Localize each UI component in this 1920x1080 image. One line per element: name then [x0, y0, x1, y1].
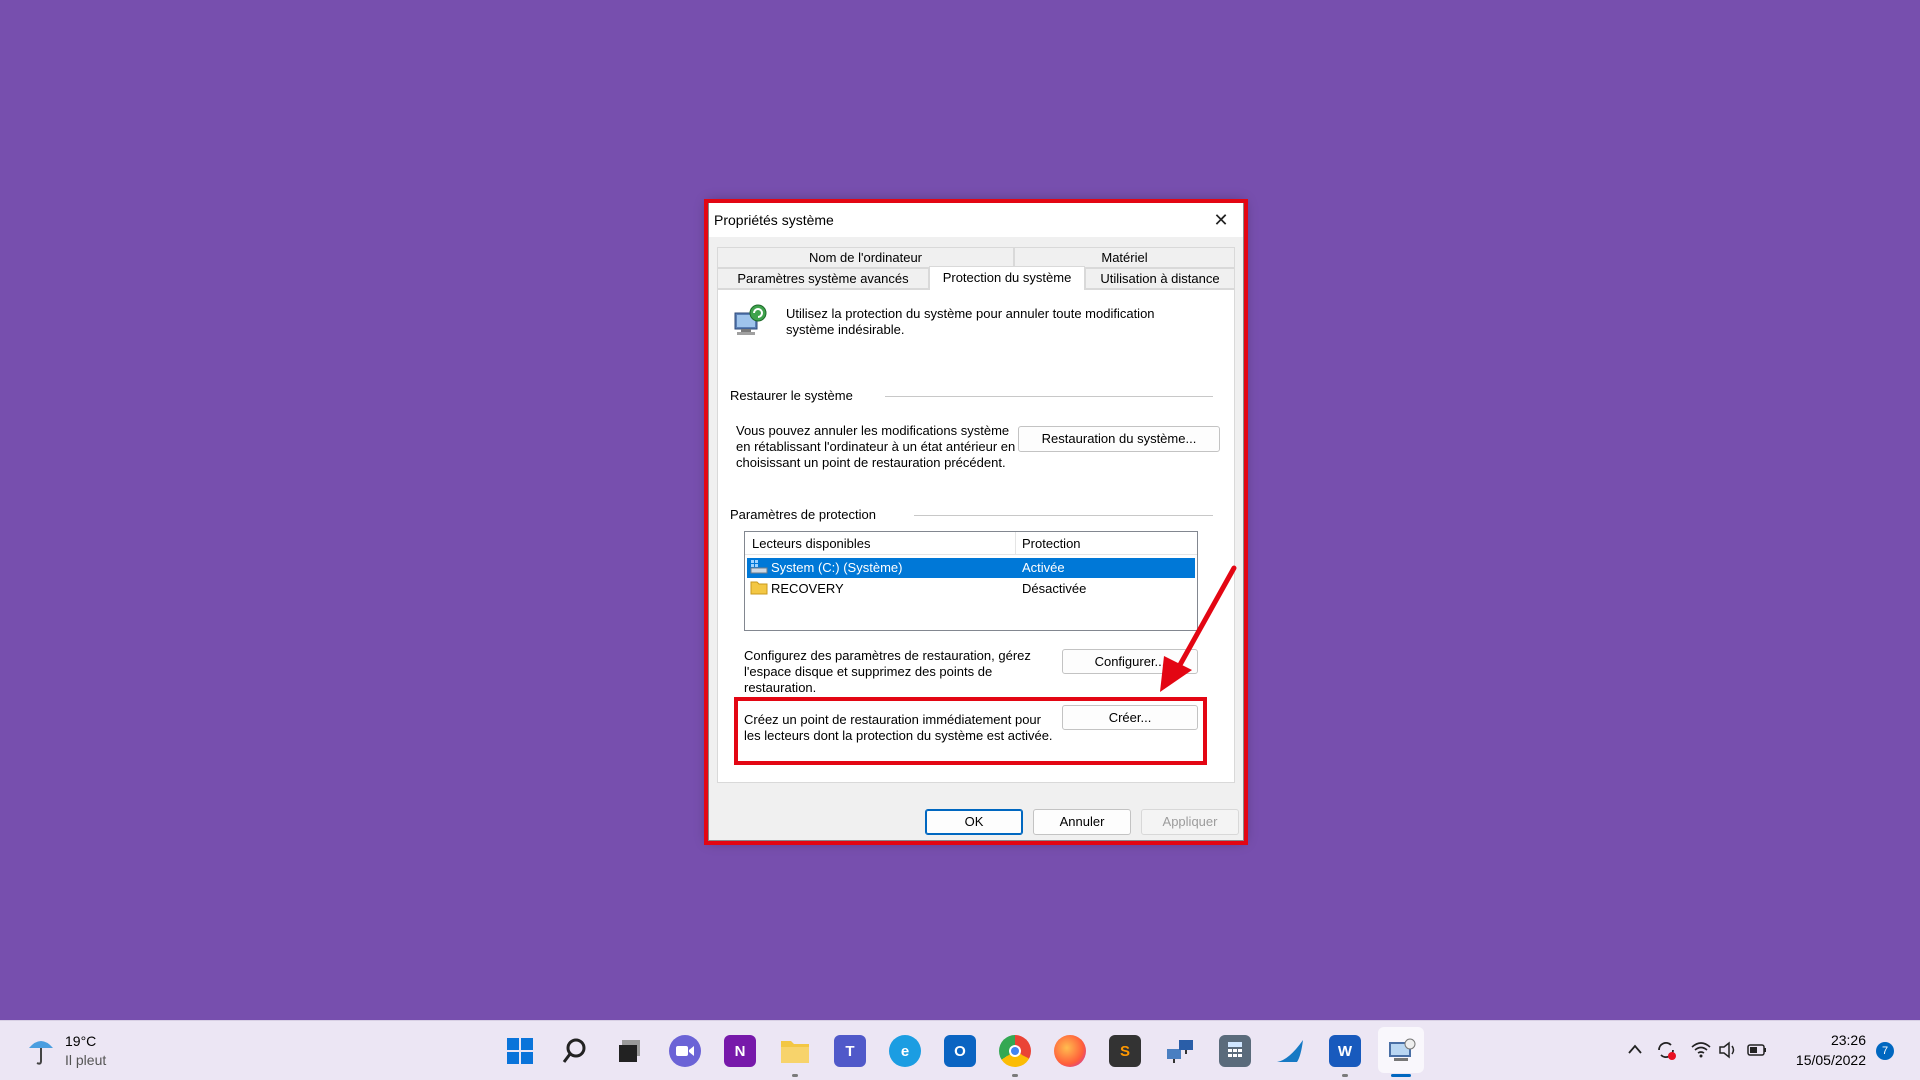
column-separator: [1015, 532, 1016, 554]
system-restore-button[interactable]: Restauration du système...: [1018, 426, 1220, 452]
running-indicator: [792, 1074, 798, 1077]
active-indicator: [1391, 1074, 1411, 1077]
chrome-icon[interactable]: [999, 1035, 1031, 1067]
cancel-button[interactable]: Annuler: [1033, 809, 1131, 835]
drives-list[interactable]: Lecteurs disponibles Protection System (…: [744, 531, 1198, 631]
chevron-up-icon[interactable]: [1626, 1041, 1644, 1064]
notification-badge[interactable]: 7: [1876, 1042, 1894, 1060]
system-protection-icon: [731, 303, 769, 339]
apply-button[interactable]: Appliquer: [1141, 809, 1239, 835]
tab-hardware[interactable]: Matériel: [1014, 247, 1235, 268]
firefox-icon[interactable]: [1054, 1035, 1086, 1067]
folder-icon: [750, 580, 768, 598]
protection-group-label: Paramètres de protection: [730, 507, 882, 522]
tab-system-protection[interactable]: Protection du système: [929, 266, 1085, 290]
window-title: Propriétés système: [714, 212, 834, 228]
create-highlight-frame: [734, 697, 1207, 765]
ok-button[interactable]: OK: [925, 809, 1023, 835]
restore-description: Vous pouvez annuler les modifications sy…: [736, 423, 1016, 470]
weather-temp[interactable]: 19°C: [65, 1033, 96, 1049]
drive-status: Désactivée: [1022, 581, 1087, 596]
sync-icon[interactable]: [1655, 1039, 1677, 1066]
column-header-protection[interactable]: Protection: [1022, 536, 1081, 551]
weather-desc[interactable]: Il pleut: [65, 1052, 106, 1068]
clock-time[interactable]: 23:26: [1790, 1032, 1866, 1048]
wireshark-icon[interactable]: [1274, 1035, 1306, 1067]
annotation-arrow-icon: [1160, 565, 1237, 692]
restore-group-label: Restaurer le système: [730, 388, 859, 403]
search-icon[interactable]: [559, 1035, 591, 1067]
edge-icon[interactable]: e: [889, 1035, 921, 1067]
drive-row-system[interactable]: System (C:) (Système) Activée: [747, 558, 1195, 578]
battery-icon[interactable]: [1746, 1041, 1768, 1064]
file-explorer-icon[interactable]: [779, 1035, 811, 1067]
umbrella-icon[interactable]: [26, 1034, 56, 1069]
word-icon[interactable]: W: [1329, 1035, 1361, 1067]
drive-status: Activée: [1022, 560, 1065, 575]
start-icon[interactable]: [504, 1035, 536, 1067]
drive-name: RECOVERY: [771, 581, 844, 596]
configure-text: Configurez des paramètres de restauratio…: [744, 648, 1031, 695]
onenote-icon[interactable]: N: [724, 1035, 756, 1067]
running-indicator: [1012, 1074, 1018, 1077]
calculator-icon[interactable]: [1219, 1035, 1251, 1067]
network-icon[interactable]: [1164, 1035, 1196, 1067]
drive-name: System (C:) (Système): [771, 560, 903, 575]
taskbar: 19°C Il pleut N T e O S W 23:26 15/05/20…: [0, 1020, 1920, 1080]
task-view-icon[interactable]: [614, 1035, 646, 1067]
close-button[interactable]: ✕: [1199, 203, 1243, 237]
tab-remote[interactable]: Utilisation à distance: [1085, 268, 1235, 289]
list-header: Lecteurs disponibles Protection: [745, 532, 1197, 555]
restore-group-line: [885, 396, 1213, 397]
column-header-drives[interactable]: Lecteurs disponibles: [752, 536, 871, 551]
wifi-icon[interactable]: [1690, 1041, 1712, 1064]
title-bar[interactable]: Propriétés système ✕: [709, 203, 1243, 237]
running-indicator: [1342, 1074, 1348, 1077]
sublime-icon[interactable]: S: [1109, 1035, 1141, 1067]
tab-advanced[interactable]: Paramètres système avancés: [717, 268, 929, 289]
chat-icon[interactable]: [669, 1035, 701, 1067]
volume-icon[interactable]: [1718, 1041, 1738, 1064]
system-properties-icon[interactable]: [1385, 1035, 1417, 1067]
drive-row-recovery[interactable]: RECOVERY Désactivée: [747, 579, 1195, 599]
intro-text: Utilisez la protection du système pour a…: [786, 306, 1155, 337]
teams-icon[interactable]: T: [834, 1035, 866, 1067]
clock-date[interactable]: 15/05/2022: [1790, 1052, 1866, 1068]
drive-icon: [750, 558, 768, 577]
outlook-icon[interactable]: O: [944, 1035, 976, 1067]
tab-computer-name[interactable]: Nom de l'ordinateur: [717, 247, 1014, 268]
protection-group-line: [914, 515, 1213, 516]
